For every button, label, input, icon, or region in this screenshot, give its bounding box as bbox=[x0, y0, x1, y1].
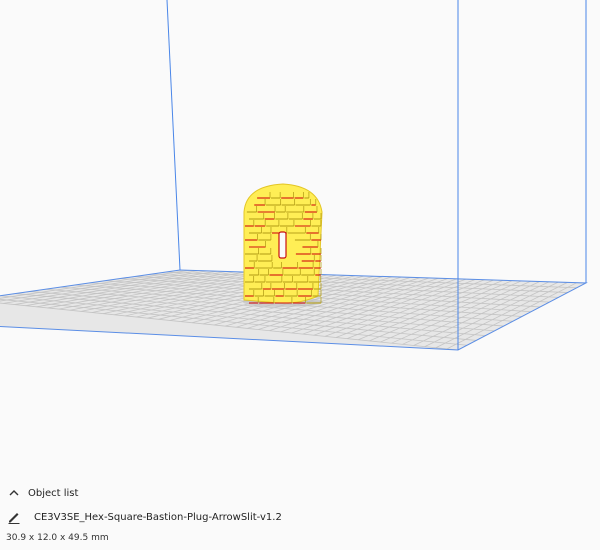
model-arrow-slit bbox=[278, 231, 287, 259]
model-arrowslit-plug[interactable] bbox=[243, 183, 323, 304]
pencil-icon[interactable] bbox=[6, 509, 22, 525]
object-dimensions: 30.9 x 12.0 x 49.5 mm bbox=[6, 533, 109, 543]
object-list-toggle[interactable]: Object list bbox=[6, 484, 78, 502]
object-list-item[interactable]: CE3V3SE_Hex-Square-Bastion-Plug-ArrowSli… bbox=[6, 508, 282, 526]
object-name[interactable]: CE3V3SE_Hex-Square-Bastion-Plug-ArrowSli… bbox=[34, 512, 282, 523]
3d-viewport[interactable] bbox=[0, 0, 600, 550]
object-list-label: Object list bbox=[28, 487, 79, 499]
object-panel: Object list CE3V3SE_Hex-Square-Bastion-P… bbox=[0, 478, 600, 550]
chevron-up-icon[interactable] bbox=[6, 485, 22, 501]
